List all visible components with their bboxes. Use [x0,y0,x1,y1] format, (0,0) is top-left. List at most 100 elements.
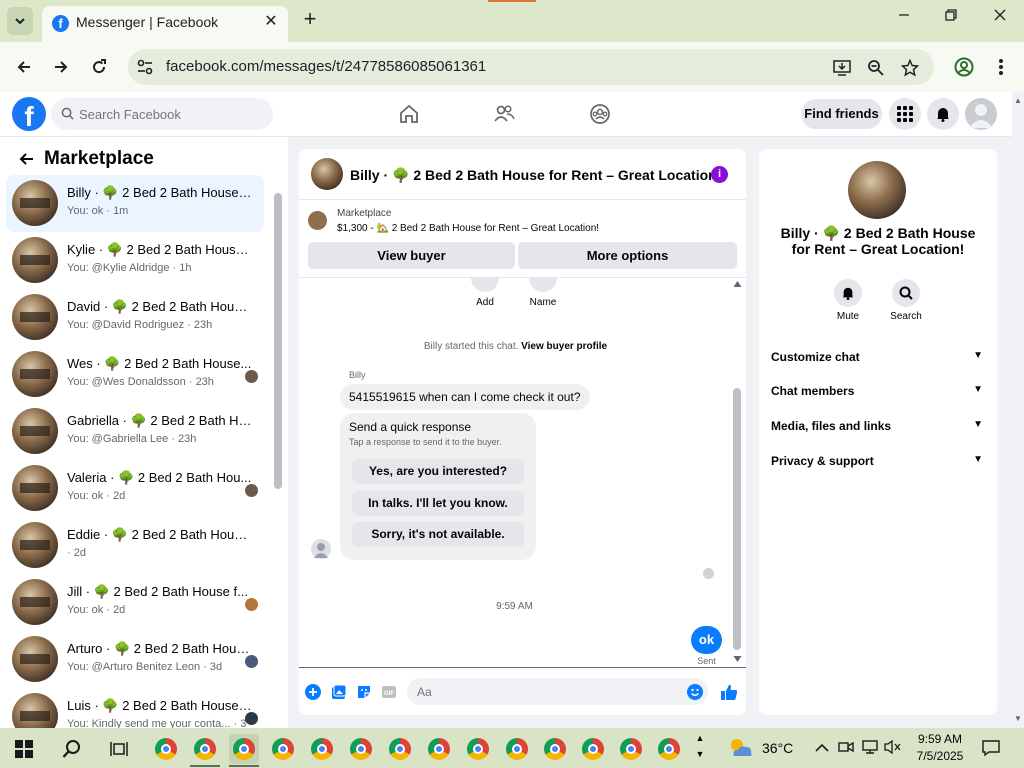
back-button[interactable] [11,54,37,80]
details-avatar[interactable] [848,161,906,219]
find-friends-button[interactable]: Find friends [801,99,882,129]
info-icon[interactable]: i [711,166,728,183]
chrome-taskbar-app[interactable] [385,734,415,764]
chrome-taskbar-app[interactable] [578,734,608,764]
search-in-conversation-button[interactable]: Search [886,279,926,322]
facebook-logo-icon[interactable]: f [12,97,46,131]
listing-thumbnail[interactable] [308,211,327,230]
notification-center-icon[interactable] [982,739,1000,760]
conversation-item[interactable]: Kylie · 🌳 2 Bed 2 Bath House f... You: @… [6,232,264,289]
task-view-button[interactable] [104,734,134,764]
taskbar-overflow-arrows[interactable]: ▲ ▼ [694,730,706,766]
system-clock[interactable]: 9:59 AM 7/5/2025 [906,731,974,765]
notifications-button[interactable] [927,98,959,130]
groups-nav-button[interactable] [588,102,612,126]
profile-button[interactable] [951,54,977,80]
chat-title[interactable]: Billy · 🌳 2 Bed 2 Bath House for Rent – … [350,167,721,184]
add-control[interactable]: Add [465,278,505,308]
account-avatar[interactable] [965,98,997,130]
conversation-item[interactable]: David · 🌳 2 Bed 2 Bath House ... You: @D… [6,289,264,346]
weather-widget[interactable]: 36°C [728,733,818,763]
install-app-icon[interactable] [832,58,852,78]
taskbar-search-button[interactable] [57,734,87,764]
chrome-taskbar-app[interactable] [616,734,646,764]
more-options-button[interactable]: More options [518,242,737,269]
chrome-taskbar-app[interactable] [424,734,454,764]
search-input[interactable] [79,104,264,124]
page-scroll-up-icon[interactable]: ▲ [1013,96,1023,106]
conversation-item[interactable]: Arturo · 🌳 2 Bed 2 Bath Hous... You: @Ar… [6,631,264,688]
tab-close-icon[interactable]: ✕ [261,12,281,32]
chrome-taskbar-app[interactable] [540,734,570,764]
privacy-support-section[interactable]: Privacy & support ▼ [771,454,985,474]
conversation-item[interactable]: Luis · 🌳 2 Bed 2 Bath House ... You: Kin… [6,688,264,728]
bookmark-star-icon[interactable] [900,58,920,78]
sidebar-scrollbar[interactable] [272,177,282,725]
zoom-out-icon[interactable] [866,58,886,78]
gif-icon[interactable]: GIF [381,684,397,700]
chrome-taskbar-app[interactable] [654,734,684,764]
meet-now-icon[interactable] [838,739,854,758]
chrome-taskbar-app[interactable] [190,734,220,764]
thumbs-up-icon[interactable] [719,682,739,702]
conversation-item[interactable]: Wes · 🌳 2 Bed 2 Bath House... You: @Wes … [6,346,264,403]
conversation-item[interactable]: Jill · 🌳 2 Bed 2 Bath House f... You: ok… [6,574,264,631]
chrome-taskbar-app-active[interactable] [229,734,259,764]
chat-members-section[interactable]: Chat members ▼ [771,384,985,404]
forward-button[interactable] [48,54,74,80]
site-info-icon[interactable] [136,58,154,76]
browser-menu-button[interactable] [988,54,1014,80]
mute-button[interactable]: Mute [828,279,868,322]
close-window-button[interactable] [985,8,1015,34]
new-tab-button[interactable]: + [298,8,322,32]
incoming-message-bubble[interactable]: 5415519615 when can I come check it out? [340,384,590,410]
chrome-taskbar-app[interactable] [346,734,376,764]
chrome-taskbar-app[interactable] [151,734,181,764]
tab-search-button[interactable] [7,7,33,35]
menu-button[interactable] [889,98,921,130]
quick-reply-button[interactable]: Sorry, it's not available. [352,522,524,547]
message-input[interactable] [417,682,667,701]
scroll-up-arrow-icon[interactable] [733,280,742,288]
chat-scrollbar[interactable] [733,280,742,665]
volume-muted-icon[interactable] [884,739,902,758]
chrome-taskbar-app[interactable] [307,734,337,764]
view-buyer-button[interactable]: View buyer [308,242,515,269]
listing-price-title[interactable]: $1,300 - 🏡 2 Bed 2 Bath House for Rent –… [337,223,599,234]
conversation-item[interactable]: Eddie · 🌳 2 Bed 2 Bath House f... · 2d [6,517,264,574]
name-control[interactable]: Name [523,278,563,308]
quick-reply-button[interactable]: In talks. I'll let you know. [352,491,524,516]
chrome-taskbar-app[interactable] [463,734,493,764]
start-button[interactable] [9,734,39,764]
friends-nav-button[interactable] [492,102,516,126]
scrollbar-thumb[interactable] [274,193,282,489]
address-bar[interactable]: facebook.com/messages/t/2477858608506136… [128,49,934,85]
attach-photo-icon[interactable] [331,684,347,700]
back-arrow-icon[interactable] [18,151,34,167]
scroll-down-arrow-icon[interactable] [733,655,742,663]
scrollbar-thumb[interactable] [733,388,741,650]
chat-avatar[interactable] [311,158,343,190]
media-files-links-section[interactable]: Media, files and links ▼ [771,419,985,439]
restore-button[interactable] [936,8,966,34]
chrome-taskbar-app[interactable] [268,734,298,764]
outgoing-message-bubble[interactable]: ok [691,626,722,654]
quick-reply-button[interactable]: Yes, are you interested? [352,459,524,484]
emoji-icon[interactable] [687,684,703,700]
view-buyer-profile-link[interactable]: View buyer profile [521,341,607,352]
sticker-icon[interactable] [356,684,372,700]
reload-button[interactable] [86,54,112,80]
show-hidden-icons[interactable] [815,741,829,756]
conversation-item[interactable]: Billy · 🌳 2 Bed 2 Bath House fo... You: … [6,175,264,232]
page-scroll-down-icon[interactable]: ▼ [1013,714,1023,724]
more-actions-plus-icon[interactable] [305,684,321,700]
home-nav-button[interactable] [397,102,421,126]
browser-tab-active[interactable]: f Messenger | Facebook ✕ [42,6,288,42]
message-input-wrapper[interactable] [407,678,708,705]
minimize-button[interactable] [889,8,919,34]
conversation-item[interactable]: Valeria · 🌳 2 Bed 2 Bath Hou... You: ok … [6,460,264,517]
network-icon[interactable] [861,739,879,758]
conversation-item[interactable]: Gabriella · 🌳 2 Bed 2 Bath Hou... You: @… [6,403,264,460]
facebook-search[interactable] [51,98,273,130]
chrome-taskbar-app[interactable] [502,734,532,764]
